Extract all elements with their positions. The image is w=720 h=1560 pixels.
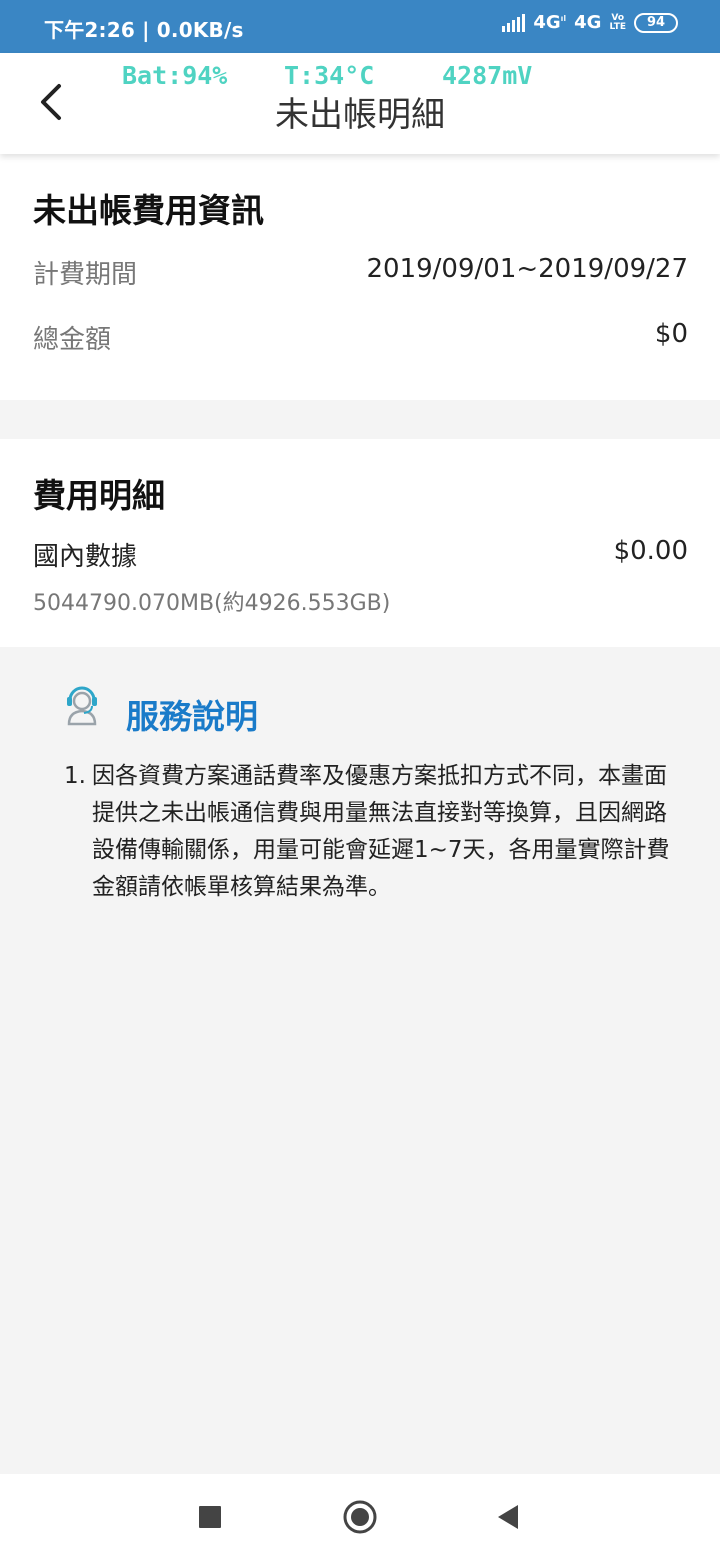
triangle-back-icon: [498, 1505, 518, 1529]
overlay-temperature: T:34°C: [284, 61, 375, 90]
network-type-1: 4Gıl: [533, 12, 567, 33]
status-bar: 下午2:26 | 0.0KB/s 4Gıl 4G Vo LTE 94: [0, 0, 720, 53]
battery-icon: 94: [634, 12, 678, 33]
fee-details-card: 費用明細 國內數據 $0.00 5044790.070MB(約4926.553G…: [0, 439, 720, 647]
total-amount-value: $0: [654, 319, 688, 349]
status-speed: 0.0KB/s: [156, 18, 244, 42]
status-time: 下午2:26: [44, 18, 135, 42]
recent-apps-button[interactable]: [190, 1497, 230, 1537]
status-left: 下午2:26 | 0.0KB/s: [44, 18, 244, 42]
service-title: 服務說明: [126, 697, 258, 736]
network-type-2: 4G: [574, 12, 602, 33]
status-right: 4Gıl 4G Vo LTE 94: [502, 12, 678, 33]
service-note: 1. 因各資費方案通話費率及優惠方案抵扣方式不同，本畫面提供之未出帳通信費與用量…: [64, 758, 674, 906]
overlay-battery: Bat:94%: [122, 61, 228, 90]
battery-level: 94: [646, 15, 666, 30]
square-icon: [199, 1506, 221, 1528]
overlay-voltage: 4287mV: [442, 61, 533, 90]
home-button[interactable]: [340, 1497, 380, 1537]
billing-period-label: 計費期間: [33, 260, 138, 290]
fee-item-name: 國內數據: [33, 542, 138, 572]
back-nav-button[interactable]: [488, 1497, 528, 1537]
navigation-bar: [0, 1474, 720, 1560]
customer-service-icon: [67, 686, 97, 726]
volte-icon: Vo LTE: [609, 12, 626, 32]
unbilled-info-card: 未出帳費用資訊 計費期間 2019/09/01~2019/09/27 總金額 $…: [0, 154, 720, 400]
total-amount-label: 總金額: [33, 325, 112, 355]
fee-details-title: 費用明細: [33, 476, 165, 515]
signal-icon: [502, 13, 526, 32]
circle-icon: [343, 1500, 377, 1534]
note-number: 1.: [64, 763, 86, 789]
fee-item-usage: 5044790.070MB(約4926.553GB): [33, 591, 391, 616]
page-title: 未出帳明細: [275, 95, 445, 135]
note-text: 因各資費方案通話費率及優惠方案抵扣方式不同，本畫面提供之未出帳通信費與用量無法直…: [92, 763, 670, 900]
unbilled-info-title: 未出帳費用資訊: [33, 191, 264, 230]
app-header: Bat:94% T:34°C 4287mV 未出帳明細: [0, 53, 720, 154]
fee-item-amount: $0.00: [613, 536, 688, 566]
billing-period-value: 2019/09/01~2019/09/27: [366, 254, 689, 284]
